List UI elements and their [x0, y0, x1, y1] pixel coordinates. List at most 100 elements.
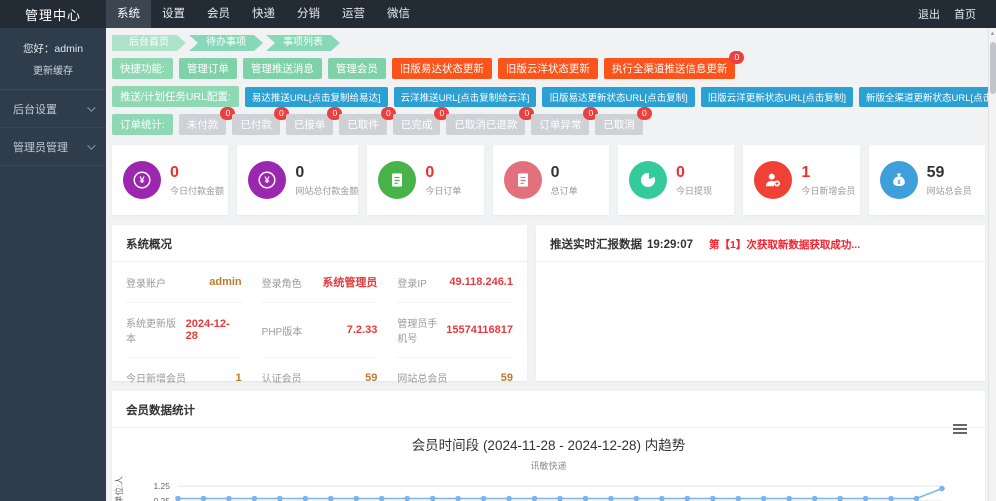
- stat-value: 0: [676, 163, 685, 181]
- chip-label: 已取件: [347, 119, 379, 131]
- scroll-up-arrow[interactable]: ▲: [989, 28, 996, 37]
- manage-members-button[interactable]: 管理会员: [327, 58, 386, 79]
- order-chip-paid[interactable]: 已付款 0: [232, 107, 289, 135]
- order-chip-unpaid[interactable]: 未付款 0: [178, 107, 236, 135]
- stat-value: 0: [550, 163, 560, 181]
- sidebar-item-label: 管理员管理: [13, 141, 68, 154]
- old-yunyang-status-update-button[interactable]: 旧版云洋状态更新: [497, 58, 598, 79]
- overview-value: 系统管理员: [322, 277, 378, 289]
- money-bag-icon: ¥: [879, 161, 918, 199]
- manage-orders-button[interactable]: 管理订单: [178, 58, 237, 79]
- sidebar-greeting-block: 您好：admin 更新缓存: [0, 28, 106, 90]
- nav-item-express[interactable]: 快递: [241, 0, 286, 28]
- stat-card-today-orders[interactable]: 0 今日订单: [367, 145, 484, 215]
- breadcrumb-home[interactable]: 后台首页: [112, 35, 186, 51]
- nav-item-operations[interactable]: 运营: [331, 0, 376, 28]
- topbar: 管理中心 系统 设置 会员 快递 分销 运营 微信 退出 首页: [0, 0, 996, 28]
- stat-card-total-orders[interactable]: 0 总订单: [492, 145, 609, 215]
- logout-link[interactable]: 退出: [918, 6, 940, 22]
- update-cache-link[interactable]: 更新缓存: [4, 62, 102, 77]
- trend-line-chart: 1.25-0.25单位:人11/2811/2911/3012/0112/0212…: [114, 476, 945, 501]
- system-overview-grid: 登录账户 admin 登录角色 系统管理员 登录IP 49.118.246.1 系统更…: [112, 262, 527, 398]
- scrollbar-thumb[interactable]: [990, 42, 996, 94]
- nav-item-distribution[interactable]: 分销: [286, 0, 331, 28]
- chip-label: 已完成: [400, 119, 433, 131]
- nav-item-settings[interactable]: 设置: [151, 0, 196, 28]
- count-badge: 0: [729, 51, 745, 64]
- chip-label: 已取消已退款: [454, 119, 518, 131]
- overview-value: 2024-12-28: [185, 318, 230, 342]
- quick-functions-label: 快捷功能:: [112, 58, 173, 79]
- member-stats-panel: 会员数据统计 会员时间段 (2024-11-28 - 2024-12-28) 内…: [112, 391, 985, 501]
- order-chip-cancelled[interactable]: 已取消 0: [595, 107, 652, 135]
- document-icon: [378, 161, 417, 199]
- chip-label: 已接单: [293, 119, 326, 131]
- old-yida-status-url-button[interactable]: 旧版易达更新状态URL[点击复制]: [542, 86, 695, 107]
- breadcrumb: 后台首页 待办事项 事项列表: [112, 35, 985, 51]
- order-chip-completed[interactable]: 已完成 0: [392, 107, 450, 135]
- chip-label: 订单异常: [539, 119, 582, 131]
- main-content: 后台首页 待办事项 事项列表 快捷功能: 管理订单 管理推送消息 管理会员 旧版…: [106, 28, 988, 501]
- order-statistics-row: 订单统计: 未付款 0 已付款 0 已接单 0 已取件 0 已完成 0 已取消已…: [112, 107, 985, 135]
- sidebar-item-admin-management[interactable]: 管理员管理: [0, 128, 106, 166]
- stat-card-total-members[interactable]: ¥ 59 网站总会员: [868, 145, 985, 215]
- overview-value: 15574116817: [446, 324, 513, 336]
- sidebar: 您好：admin 更新缓存 后台设置 管理员管理: [0, 28, 106, 501]
- svg-text:-0.25: -0.25: [151, 496, 171, 501]
- old-yida-status-update-button[interactable]: 旧版易达状态更新: [391, 58, 492, 79]
- yunyang-push-url-button[interactable]: 云洋推送URL[点击复制给云洋]: [393, 86, 537, 107]
- overview-label: 今日新增会员: [126, 374, 186, 385]
- overview-value: 1: [235, 371, 242, 384]
- svg-text:¥: ¥: [897, 179, 901, 186]
- stat-value: 0: [425, 163, 435, 181]
- chart-title: 会员时间段 (2024-11-28 - 2024-12-28) 内趋势: [411, 438, 686, 453]
- stat-card-total-payment[interactable]: ¥ 0 网站总付款金额: [237, 145, 359, 215]
- stat-label: 总订单: [550, 185, 578, 196]
- order-chip-accepted[interactable]: 已接单 0: [285, 107, 343, 135]
- push-report-panel: 推送实时汇报数据 19:29:07 第【1】次获取新数据获取成功...: [536, 225, 985, 381]
- chart-subtitle: 讯敏快递: [530, 461, 567, 471]
- nav-item-wechat[interactable]: 微信: [376, 0, 421, 28]
- app-title: 管理中心: [24, 7, 81, 23]
- pie-chart-icon: [629, 161, 667, 199]
- manage-push-messages-button[interactable]: 管理推送消息: [242, 58, 322, 79]
- stat-label: 今日新增会员: [801, 185, 856, 196]
- breadcrumb-todo[interactable]: 待办事项: [189, 35, 263, 51]
- order-chip-picked-up[interactable]: 已取件 0: [339, 107, 396, 135]
- chip-label: 已付款: [240, 119, 272, 131]
- scrollbar[interactable]: ▲: [988, 28, 996, 501]
- sidebar-item-label: 后台设置: [13, 103, 57, 116]
- push-report-message: 第【1】次获取新数据获取成功...: [709, 239, 861, 251]
- top-nav: 系统 设置 会员 快递 分销 运营 微信: [106, 0, 421, 28]
- overview-label: 认证会员: [261, 374, 302, 385]
- stat-label: 今日付款金额: [170, 185, 225, 196]
- stat-value: 59: [926, 163, 945, 181]
- nav-item-members[interactable]: 会员: [196, 0, 241, 28]
- overview-label: 网站总会员: [397, 374, 448, 385]
- overview-value: 59: [500, 371, 513, 384]
- chart-menu-icon[interactable]: [953, 424, 967, 436]
- overview-value: 49.118.246.1: [449, 276, 513, 288]
- order-chip-abnormal[interactable]: 订单异常 0: [531, 107, 599, 135]
- svg-text:¥: ¥: [265, 175, 271, 185]
- run-omni-push-update-button[interactable]: 执行全渠道推送信息更新 0: [603, 51, 745, 79]
- new-omni-status-url-button[interactable]: 新版全渠道更新状态URL[点击复制]: [859, 86, 988, 107]
- overview-value: 7.2.33: [346, 324, 378, 336]
- stat-value: 0: [295, 163, 305, 181]
- nav-item-system[interactable]: 系统: [106, 0, 151, 28]
- order-chip-cancelled-refunded[interactable]: 已取消已退款 0: [446, 107, 535, 135]
- svg-text:1.25: 1.25: [153, 481, 170, 491]
- yen-circle-icon: ¥: [123, 161, 161, 199]
- home-link[interactable]: 首页: [954, 6, 976, 22]
- stat-label: 今日提现: [676, 185, 713, 196]
- sidebar-item-backend-settings[interactable]: 后台设置: [0, 90, 106, 128]
- breadcrumb-list[interactable]: 事项列表: [266, 35, 340, 51]
- stat-card-today-new-members[interactable]: 1 今日新增会员: [743, 145, 860, 215]
- user-plus-icon: [754, 161, 793, 199]
- yida-push-url-button[interactable]: 易达推送URL[点击复制给易达]: [244, 86, 388, 107]
- stat-card-today-withdraw[interactable]: 0 今日提现: [618, 145, 735, 215]
- stat-card-today-payment[interactable]: ¥ 0 今日付款金额: [112, 145, 229, 215]
- document-icon: [503, 161, 542, 199]
- old-yunyang-status-url-button[interactable]: 旧版云洋更新状态URL[点击复制]: [700, 86, 854, 107]
- overview-label: 登录账户: [126, 278, 166, 290]
